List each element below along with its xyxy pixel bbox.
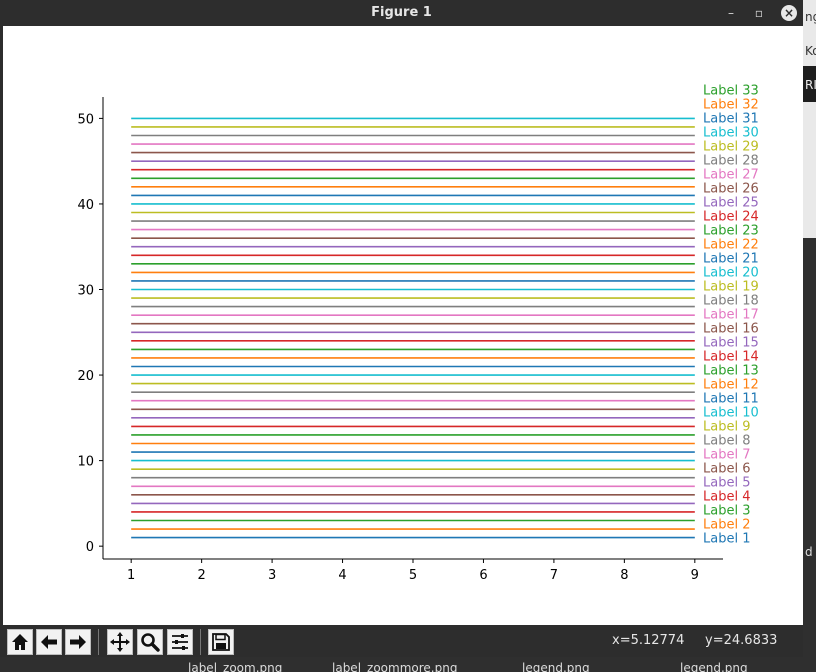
back-arrow-icon: [41, 635, 57, 649]
figure-window: Figure 1 – ▫ × 1 2 3 4 5 6 7 8 9 0 10 20 30 40 50 Label…: [0, 0, 803, 657]
series-end-label: Label 24: [703, 210, 759, 225]
y-tick-label: 10: [77, 455, 94, 470]
background-text-fragment: Ko: [805, 44, 816, 58]
x-tick-label: 6: [479, 568, 487, 583]
series-end-label: Label 12: [703, 378, 759, 393]
y-tick-label: 40: [77, 198, 94, 213]
save-icon: [212, 633, 230, 651]
series-end-label: Label 18: [703, 294, 759, 309]
pan-button[interactable]: [107, 629, 133, 655]
background-text-fragment: ng: [805, 10, 816, 24]
forward-arrow-icon: [70, 635, 86, 649]
cursor-x-readout: x=5.12774: [612, 633, 685, 648]
series-end-label: Label 30: [703, 126, 759, 141]
x-tick-label: 5: [409, 568, 417, 583]
series-end-label: Label 14: [703, 350, 759, 365]
series-end-label: Label 10: [703, 406, 759, 421]
series-end-label: Label 23: [703, 224, 759, 239]
home-button[interactable]: [7, 629, 33, 655]
series-end-label: Label 21: [703, 252, 759, 267]
file-label[interactable]: label_zoommore.png: [332, 661, 457, 672]
series-end-label: Label 2: [703, 518, 750, 533]
x-tick-label: 4: [338, 568, 346, 583]
background-dark-panel: [803, 238, 816, 658]
series-end-label: Label 9: [703, 420, 750, 435]
series-end-label: Label 11: [703, 392, 759, 407]
x-tick-label: 7: [550, 568, 558, 583]
x-tick-label: 8: [620, 568, 628, 583]
x-tick-label: 2: [197, 568, 205, 583]
restore-button[interactable]: ▫: [750, 4, 768, 22]
series-end-label: Label 26: [703, 182, 759, 197]
series-end-label: Label 17: [703, 308, 759, 323]
series-end-label: Label 16: [703, 322, 759, 337]
series-end-label: Label 19: [703, 280, 759, 295]
toolbar-separator: [98, 629, 99, 655]
navigation-toolbar: x=5.12774 y=24.6833: [0, 625, 803, 657]
file-label[interactable]: legend.png: [522, 661, 590, 672]
series-end-label: Label 32: [703, 98, 759, 113]
cursor-y-readout: y=24.6833: [705, 633, 778, 648]
series-end-label: Label 31: [703, 112, 759, 127]
series-end-label: Label 8: [703, 434, 750, 449]
line-chart: 1 2 3 4 5 6 7 8 901020304050Label 1Label 2Label …: [77, 84, 759, 583]
series-end-label: Label 3: [703, 504, 750, 519]
file-label[interactable]: legend.png: [680, 661, 748, 672]
series-end-label: Label 20: [703, 266, 759, 281]
series-end-label: Label 15: [703, 336, 759, 351]
series-end-label: Label 27: [703, 168, 759, 183]
series-end-label: Label 1: [703, 532, 750, 547]
background-file-strip: label_zoom.png label_zoommore.png legend…: [0, 657, 816, 672]
y-tick-label: 20: [77, 369, 94, 384]
forward-button[interactable]: [65, 629, 91, 655]
save-button[interactable]: [208, 629, 234, 655]
configure-subplots-button[interactable]: [167, 629, 193, 655]
zoom-button[interactable]: [137, 629, 163, 655]
series-end-label: Label 22: [703, 238, 759, 253]
file-label[interactable]: label_zoom.png: [188, 661, 282, 672]
title-bar[interactable]: Figure 1 – ▫ ×: [0, 0, 803, 26]
zoom-icon: [141, 633, 160, 652]
figure-canvas[interactable]: 1 2 3 4 5 6 7 8 9 0 10 20 30 40 50 Label 1 Label 2 Label …: [3, 26, 803, 625]
pan-icon: [110, 632, 130, 652]
background-text-fragment: d: [805, 545, 813, 559]
series-end-label: Label 5: [703, 476, 750, 491]
series-end-label: Label 13: [703, 364, 759, 379]
window-title: Figure 1: [371, 5, 432, 20]
x-tick-label: 9: [691, 568, 699, 583]
background-text-fragment: RI: [805, 78, 816, 92]
y-tick-label: 30: [77, 284, 94, 299]
close-button[interactable]: ×: [781, 5, 797, 21]
series-end-label: Label 33: [703, 84, 759, 99]
back-button[interactable]: [36, 629, 62, 655]
background-window-fragment: ng Ko RI d: [803, 0, 816, 672]
x-tick-label: 3: [268, 568, 276, 583]
minimize-button[interactable]: –: [722, 4, 740, 22]
series-end-label: Label 25: [703, 196, 759, 211]
y-tick-label: 0: [86, 540, 94, 555]
cursor-coordinates: x=5.12774 y=24.6833: [612, 633, 777, 648]
series-end-label: Label 7: [703, 448, 750, 463]
configure-subplots-icon: [172, 634, 188, 650]
home-icon: [12, 634, 28, 650]
series-end-label: Label 6: [703, 462, 750, 477]
y-tick-label: 50: [77, 112, 94, 127]
series-end-label: Label 4: [703, 490, 750, 505]
series-end-label: Label 29: [703, 140, 759, 155]
toolbar-separator: [200, 629, 201, 655]
x-tick-label: 1: [127, 568, 135, 583]
series-end-label: Label 28: [703, 154, 759, 169]
